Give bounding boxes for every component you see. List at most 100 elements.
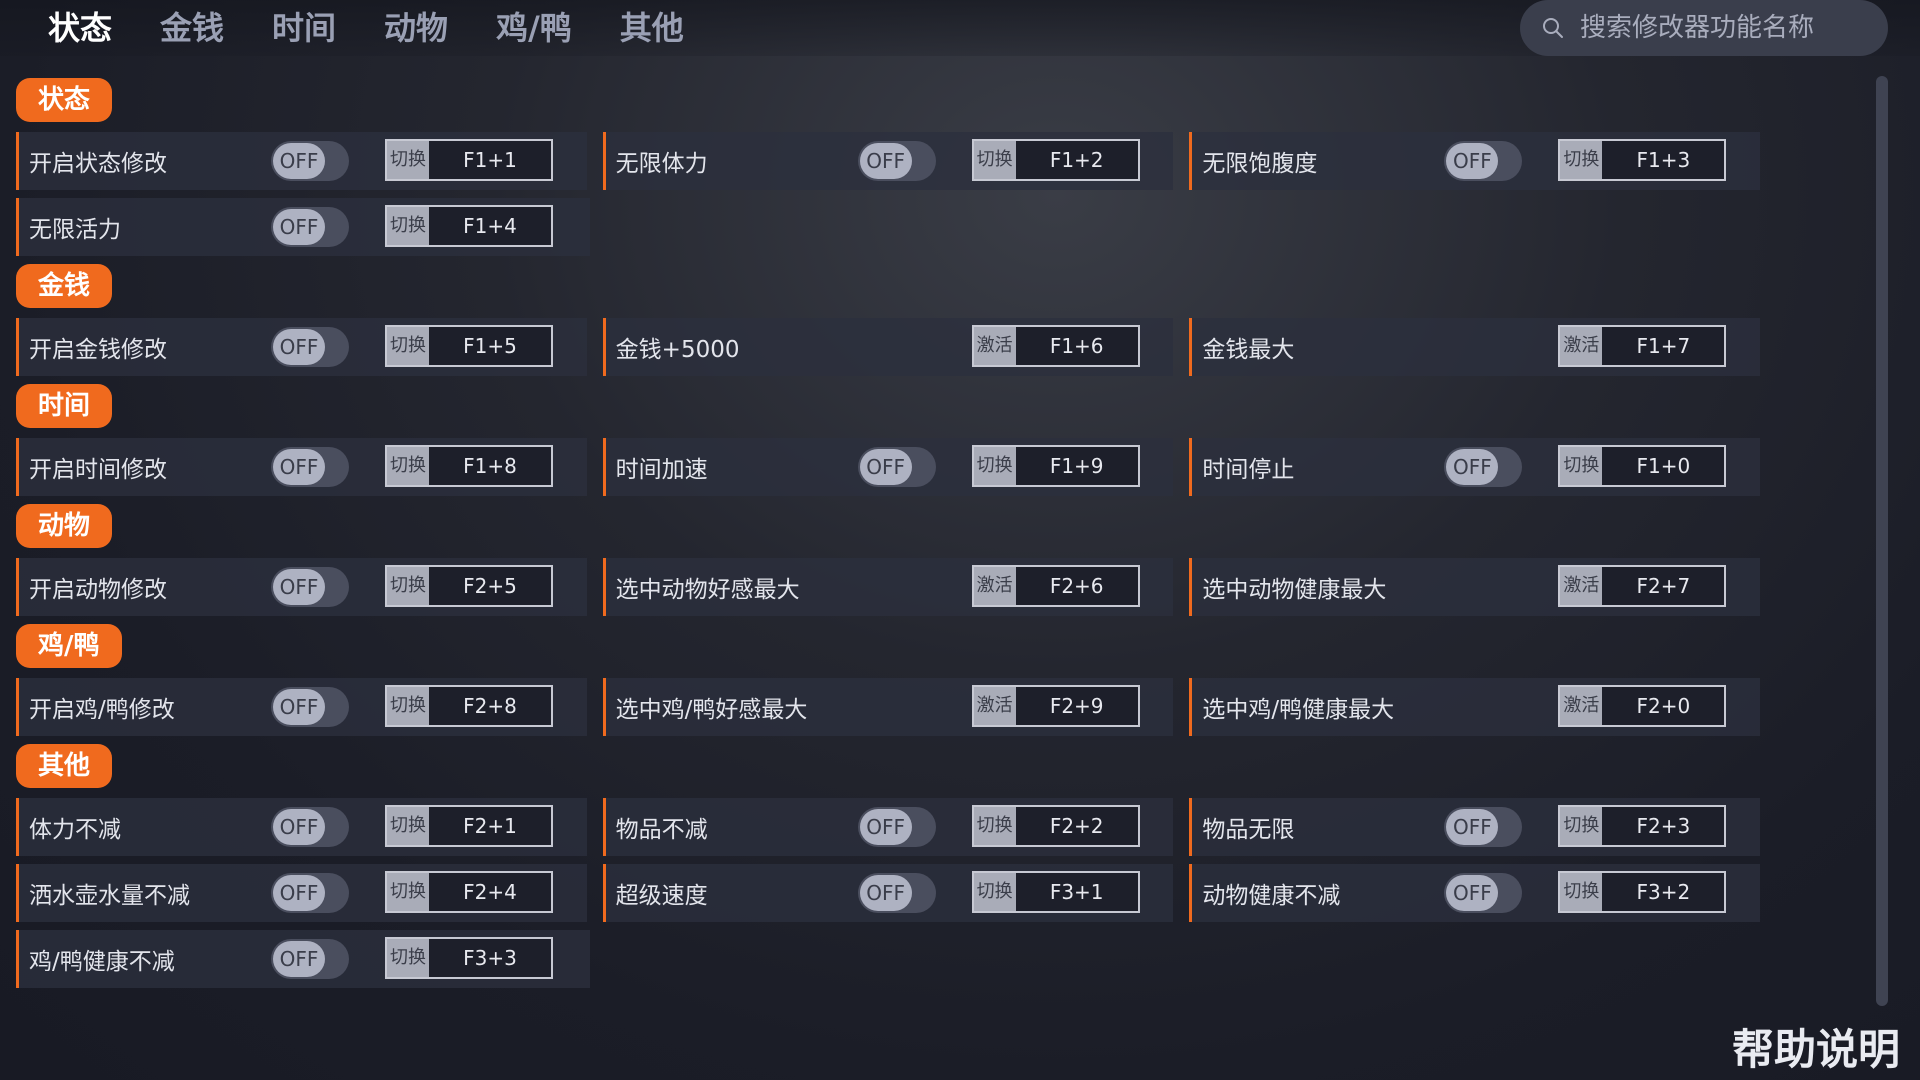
hotkey-button[interactable]: 切换 F1+8 xyxy=(385,445,553,487)
toggle-switch[interactable]: OFF xyxy=(271,939,349,979)
hotkey-action-label: 激活 xyxy=(1560,687,1603,725)
toggle-switch[interactable]: OFF xyxy=(1444,141,1523,181)
hotkey-button[interactable]: 切换 F2+8 xyxy=(385,685,553,727)
cheat-item: 选中动物健康最大 激活 F2+7 xyxy=(1189,558,1761,616)
hotkey-button[interactable]: 切换 F2+2 xyxy=(971,805,1140,847)
toggle-switch[interactable]: OFF xyxy=(271,141,349,181)
cheat-label: 金钱+5000 xyxy=(615,337,740,363)
cheat-label: 物品不减 xyxy=(615,817,708,843)
hotkey-button[interactable]: 激活 F2+6 xyxy=(971,565,1140,607)
section-time: 时间 开启时间修改 OFF 切换 F1+8 时间加速 OFF 切换 F1+9 时间停止 OFF 切换 F… xyxy=(16,384,1776,496)
hotkey-button[interactable]: 激活 F1+6 xyxy=(971,325,1140,367)
section-title: 状态 xyxy=(16,78,113,122)
toggle-switch[interactable]: OFF xyxy=(857,447,936,487)
hotkey-button[interactable]: 激活 F2+9 xyxy=(971,685,1140,727)
toggle-state-label: OFF xyxy=(1446,143,1499,179)
hotkey-button[interactable]: 切换 F3+2 xyxy=(1558,871,1727,913)
cheat-item: 物品无限 OFF 切换 F2+3 xyxy=(1189,798,1761,856)
toggle-state-label: OFF xyxy=(273,143,325,179)
hotkey-binding: F2+9 xyxy=(1015,687,1138,725)
hotkey-button[interactable]: 切换 F1+0 xyxy=(1558,445,1727,487)
hotkey-action-label: 切换 xyxy=(387,141,429,179)
toggle-switch[interactable]: OFF xyxy=(271,873,349,913)
toggle-switch[interactable]: OFF xyxy=(271,567,349,607)
toggle-switch[interactable]: OFF xyxy=(271,327,349,367)
toggle-switch[interactable]: OFF xyxy=(271,687,349,727)
hotkey-button[interactable]: 激活 F1+7 xyxy=(1558,325,1727,367)
hotkey-binding: F1+4 xyxy=(429,207,551,245)
hotkey-button[interactable]: 激活 F2+0 xyxy=(1558,685,1727,727)
tab-money[interactable]: 金钱 xyxy=(160,4,224,52)
section-title: 动物 xyxy=(16,504,113,548)
toggle-switch[interactable]: OFF xyxy=(271,807,349,847)
cheat-row: 开启金钱修改 OFF 切换 F1+5 金钱+5000 激活 F1+6 金钱最大 激活 F1+7 xyxy=(16,318,1776,376)
hotkey-button[interactable]: 切换 F3+1 xyxy=(971,871,1140,913)
cheat-list: 状态 开启状态修改 OFF 切换 F1+1 无限体力 OFF 切换 F1+2 无限饱腹度 OFF 切换… xyxy=(16,78,1776,996)
tab-other[interactable]: 其他 xyxy=(620,4,684,52)
hotkey-button[interactable]: 切换 F1+1 xyxy=(385,139,553,181)
toggle-state-label: OFF xyxy=(273,209,325,245)
cheat-label: 金钱最大 xyxy=(1202,337,1295,363)
hotkey-binding: F1+8 xyxy=(429,447,551,485)
toggle-switch[interactable]: OFF xyxy=(857,141,936,181)
hotkey-button[interactable]: 切换 F2+3 xyxy=(1558,805,1727,847)
cheat-label: 体力不减 xyxy=(29,817,121,843)
cheat-label: 动物健康不减 xyxy=(1202,883,1341,909)
hotkey-button[interactable]: 切换 F1+3 xyxy=(1558,139,1727,181)
hotkey-button[interactable]: 切换 F2+5 xyxy=(385,565,553,607)
cheat-item: 时间加速 OFF 切换 F1+9 xyxy=(602,438,1174,496)
hotkey-binding: F1+5 xyxy=(429,327,551,365)
section-status: 状态 开启状态修改 OFF 切换 F1+1 无限体力 OFF 切换 F1+2 无限饱腹度 OFF 切换… xyxy=(16,78,1776,256)
tab-animals[interactable]: 动物 xyxy=(384,4,448,52)
cheat-label: 时间加速 xyxy=(615,457,708,483)
toggle-switch[interactable]: OFF xyxy=(857,807,936,847)
toggle-switch[interactable]: OFF xyxy=(1444,873,1523,913)
section-money: 金钱 开启金钱修改 OFF 切换 F1+5 金钱+5000 激活 F1+6 金钱最大 激活 F1+7 xyxy=(16,264,1776,376)
section-title: 时间 xyxy=(16,384,113,428)
hotkey-action-label: 切换 xyxy=(1560,141,1603,179)
tab-time[interactable]: 时间 xyxy=(272,4,336,52)
cheat-label: 选中动物好感最大 xyxy=(615,577,800,603)
cheat-label: 鸡/鸭健康不减 xyxy=(29,949,175,975)
hotkey-button[interactable]: 切换 F2+1 xyxy=(385,805,553,847)
tab-status[interactable]: 状态 xyxy=(48,4,112,52)
hotkey-action-label: 激活 xyxy=(973,567,1016,605)
hotkey-binding: F3+3 xyxy=(429,939,551,977)
cheat-item: 无限体力 OFF 切换 F1+2 xyxy=(602,132,1174,190)
search-input[interactable] xyxy=(1578,12,1882,44)
hotkey-binding: F1+7 xyxy=(1602,327,1725,365)
toggle-switch[interactable]: OFF xyxy=(857,873,936,913)
hotkey-button[interactable]: 切换 F2+4 xyxy=(385,871,553,913)
scrollbar[interactable] xyxy=(1876,76,1888,1006)
toggle-state-label: OFF xyxy=(1446,809,1499,845)
search-box[interactable] xyxy=(1520,0,1888,56)
hotkey-button[interactable]: 切换 F1+4 xyxy=(385,205,553,247)
toggle-switch[interactable]: OFF xyxy=(1444,807,1523,847)
hotkey-button[interactable]: 切换 F3+3 xyxy=(385,937,553,979)
cheat-label: 无限活力 xyxy=(29,217,121,243)
hotkey-binding: F2+5 xyxy=(429,567,551,605)
hotkey-action-label: 激活 xyxy=(1560,567,1603,605)
cheat-label: 洒水壶水量不减 xyxy=(29,883,190,909)
hotkey-button[interactable]: 切换 F1+9 xyxy=(971,445,1140,487)
top-navigation: 状态 金钱 时间 动物 鸡/鸭 其他 xyxy=(0,0,1920,56)
hotkey-binding: F1+9 xyxy=(1015,447,1138,485)
cheat-item: 开启鸡/鸭修改 OFF 切换 F2+8 xyxy=(16,678,587,736)
section-other: 其他 体力不减 OFF 切换 F2+1 物品不减 OFF 切换 F2+2 物品无限 OFF 切换 F2+… xyxy=(16,744,1776,988)
toggle-switch[interactable]: OFF xyxy=(271,447,349,487)
hotkey-binding: F1+1 xyxy=(429,141,551,179)
toggle-switch[interactable]: OFF xyxy=(271,207,349,247)
help-button[interactable]: 帮助说明 xyxy=(1732,1016,1900,1077)
hotkey-button[interactable]: 激活 F2+7 xyxy=(1558,565,1727,607)
toggle-state-label: OFF xyxy=(273,689,325,725)
cheat-item: 选中动物好感最大 激活 F2+6 xyxy=(602,558,1174,616)
cheat-row: 开启动物修改 OFF 切换 F2+5 选中动物好感最大 激活 F2+6 选中动物健康最大 激活 F… xyxy=(16,558,1776,616)
hotkey-button[interactable]: 切换 F1+5 xyxy=(385,325,553,367)
hotkey-action-label: 切换 xyxy=(973,447,1016,485)
tab-chicken-duck[interactable]: 鸡/鸭 xyxy=(496,4,572,52)
hotkey-binding: F3+1 xyxy=(1015,873,1138,911)
toggle-switch[interactable]: OFF xyxy=(1444,447,1523,487)
hotkey-button[interactable]: 切换 F1+2 xyxy=(971,139,1140,181)
hotkey-action-label: 激活 xyxy=(1560,327,1603,365)
cheat-item: 开启时间修改 OFF 切换 F1+8 xyxy=(16,438,587,496)
